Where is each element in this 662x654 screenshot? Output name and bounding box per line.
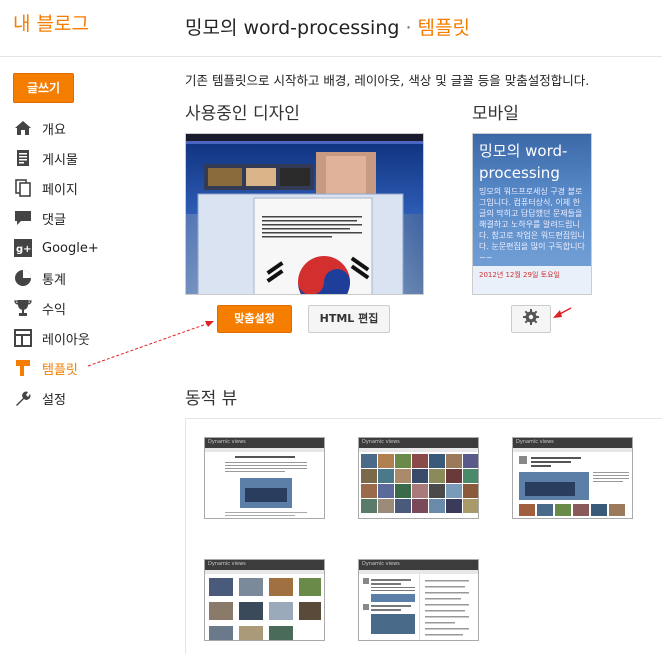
layout-icon [13, 328, 33, 348]
sidebar-item-earnings[interactable]: 수익 [0, 293, 175, 323]
sidebar-item-label: 페이지 [42, 182, 78, 198]
sidebar-item-label: 수익 [42, 302, 66, 318]
sidebar-item-overview[interactable]: 개요 [0, 113, 175, 143]
sidebar-item-label: 설정 [42, 392, 66, 408]
dynamic-view-sidebar-preview [363, 574, 469, 640]
sidebar-item-label: 게시물 [42, 152, 78, 168]
sidebar-item-pages[interactable]: 페이지 [0, 173, 175, 203]
wrench-icon [13, 388, 33, 408]
google-plus-icon: g+ [13, 238, 33, 258]
mobile-settings-button[interactable] [511, 305, 551, 333]
current-design-heading: 사용중인 디자인 [185, 104, 300, 124]
dynamic-view-flipcard-preview [361, 454, 478, 513]
mobile-preview-text: 밍모의 워드프로세싱 구경 블로그입니다. 컴퓨터상식, 이제 한글의 막히고 … [479, 187, 585, 262]
dynamic-view-flipcard[interactable]: Dynamic views [358, 437, 479, 519]
sidebar-item-label: Google+ [42, 240, 99, 256]
title-separator: · [405, 17, 412, 39]
page-title: 밍모의 word-processing · 템플릿 [185, 13, 470, 40]
dynamic-view-classic-preview [225, 456, 307, 516]
template-icon [13, 358, 33, 378]
blog-name[interactable]: 밍모의 word-processing [185, 17, 399, 39]
mobile-preview-title: 밍모의 word-processing [479, 142, 568, 182]
sidebar-nav: 개요 게시물 페이지 댓글 g+ Google+ 통계 수익 레이아웃 템플릿 … [0, 113, 175, 413]
top-bar: 내 블로그 밍모의 word-processing · 템플릿 [0, 0, 662, 57]
sidebar-item-layout[interactable]: 레이아웃 [0, 323, 175, 353]
dynamic-view-classic[interactable]: Dynamic views [204, 437, 325, 519]
sidebar-item-label: 개요 [42, 122, 66, 138]
dynamic-view-sidebar[interactable]: Dynamic views [358, 559, 479, 641]
dynamic-view-mosaic-preview [209, 578, 321, 640]
brand-my-blog[interactable]: 내 블로그 [13, 9, 89, 36]
dynamic-view-label: Dynamic views [516, 439, 554, 445]
sidebar-item-template[interactable]: 템플릿 [0, 353, 175, 383]
sidebar-item-settings[interactable]: 설정 [0, 383, 175, 413]
dynamic-view-magazine[interactable]: Dynamic views [512, 437, 633, 519]
home-icon [13, 118, 33, 138]
sidebar-item-label: 템플릿 [42, 362, 78, 378]
pages-icon [13, 178, 33, 198]
section-name: 템플릿 [417, 17, 470, 39]
stats-icon [13, 268, 33, 288]
sidebar-item-stats[interactable]: 통계 [0, 263, 175, 293]
sidebar-item-label: 레이아웃 [42, 332, 90, 348]
dynamic-views-heading: 동적 뷰 [185, 389, 238, 409]
mobile-preview-date: 2012년 12월 29일 토요일 [479, 271, 560, 279]
dynamic-view-label: Dynamic views [208, 561, 246, 567]
gear-icon [522, 308, 540, 330]
current-design-preview[interactable] [185, 133, 424, 295]
dynamic-view-magazine-preview [519, 456, 629, 516]
mobile-preview-footer: 2012년 12월 29일 토요일 [473, 266, 591, 294]
template-description: 기존 템플릿으로 시작하고 배경, 레이아웃, 색상 및 글꼴 등을 맞춤설정합… [185, 73, 590, 88]
sidebar-item-posts[interactable]: 게시물 [0, 143, 175, 173]
earnings-icon [13, 298, 33, 318]
mobile-heading: 모바일 [472, 104, 519, 124]
mobile-preview[interactable]: 밍모의 word-processing 밍모의 워드프로세싱 구경 블로그입니다… [472, 133, 592, 295]
customize-button[interactable]: 맞춤설정 [217, 305, 292, 333]
current-design-preview-image [186, 134, 423, 294]
svg-text:g+: g+ [16, 244, 32, 255]
comments-icon [13, 208, 33, 228]
edit-html-button[interactable]: HTML 편집 [308, 305, 390, 333]
dynamic-view-label: Dynamic views [208, 439, 246, 445]
dynamic-view-label: Dynamic views [362, 439, 400, 445]
sidebar-item-label: 댓글 [42, 212, 66, 228]
posts-icon [13, 148, 33, 168]
dynamic-view-mosaic[interactable]: Dynamic views [204, 559, 325, 641]
sidebar: 글쓰기 개요 게시물 페이지 댓글 g+ Google+ 통계 수익 레이아웃 … [0, 57, 175, 654]
new-post-button[interactable]: 글쓰기 [13, 73, 74, 103]
sidebar-item-comments[interactable]: 댓글 [0, 203, 175, 233]
sidebar-item-label: 통계 [42, 272, 66, 288]
dynamic-view-label: Dynamic views [362, 561, 400, 567]
sidebar-item-google-plus[interactable]: g+ Google+ [0, 233, 175, 263]
